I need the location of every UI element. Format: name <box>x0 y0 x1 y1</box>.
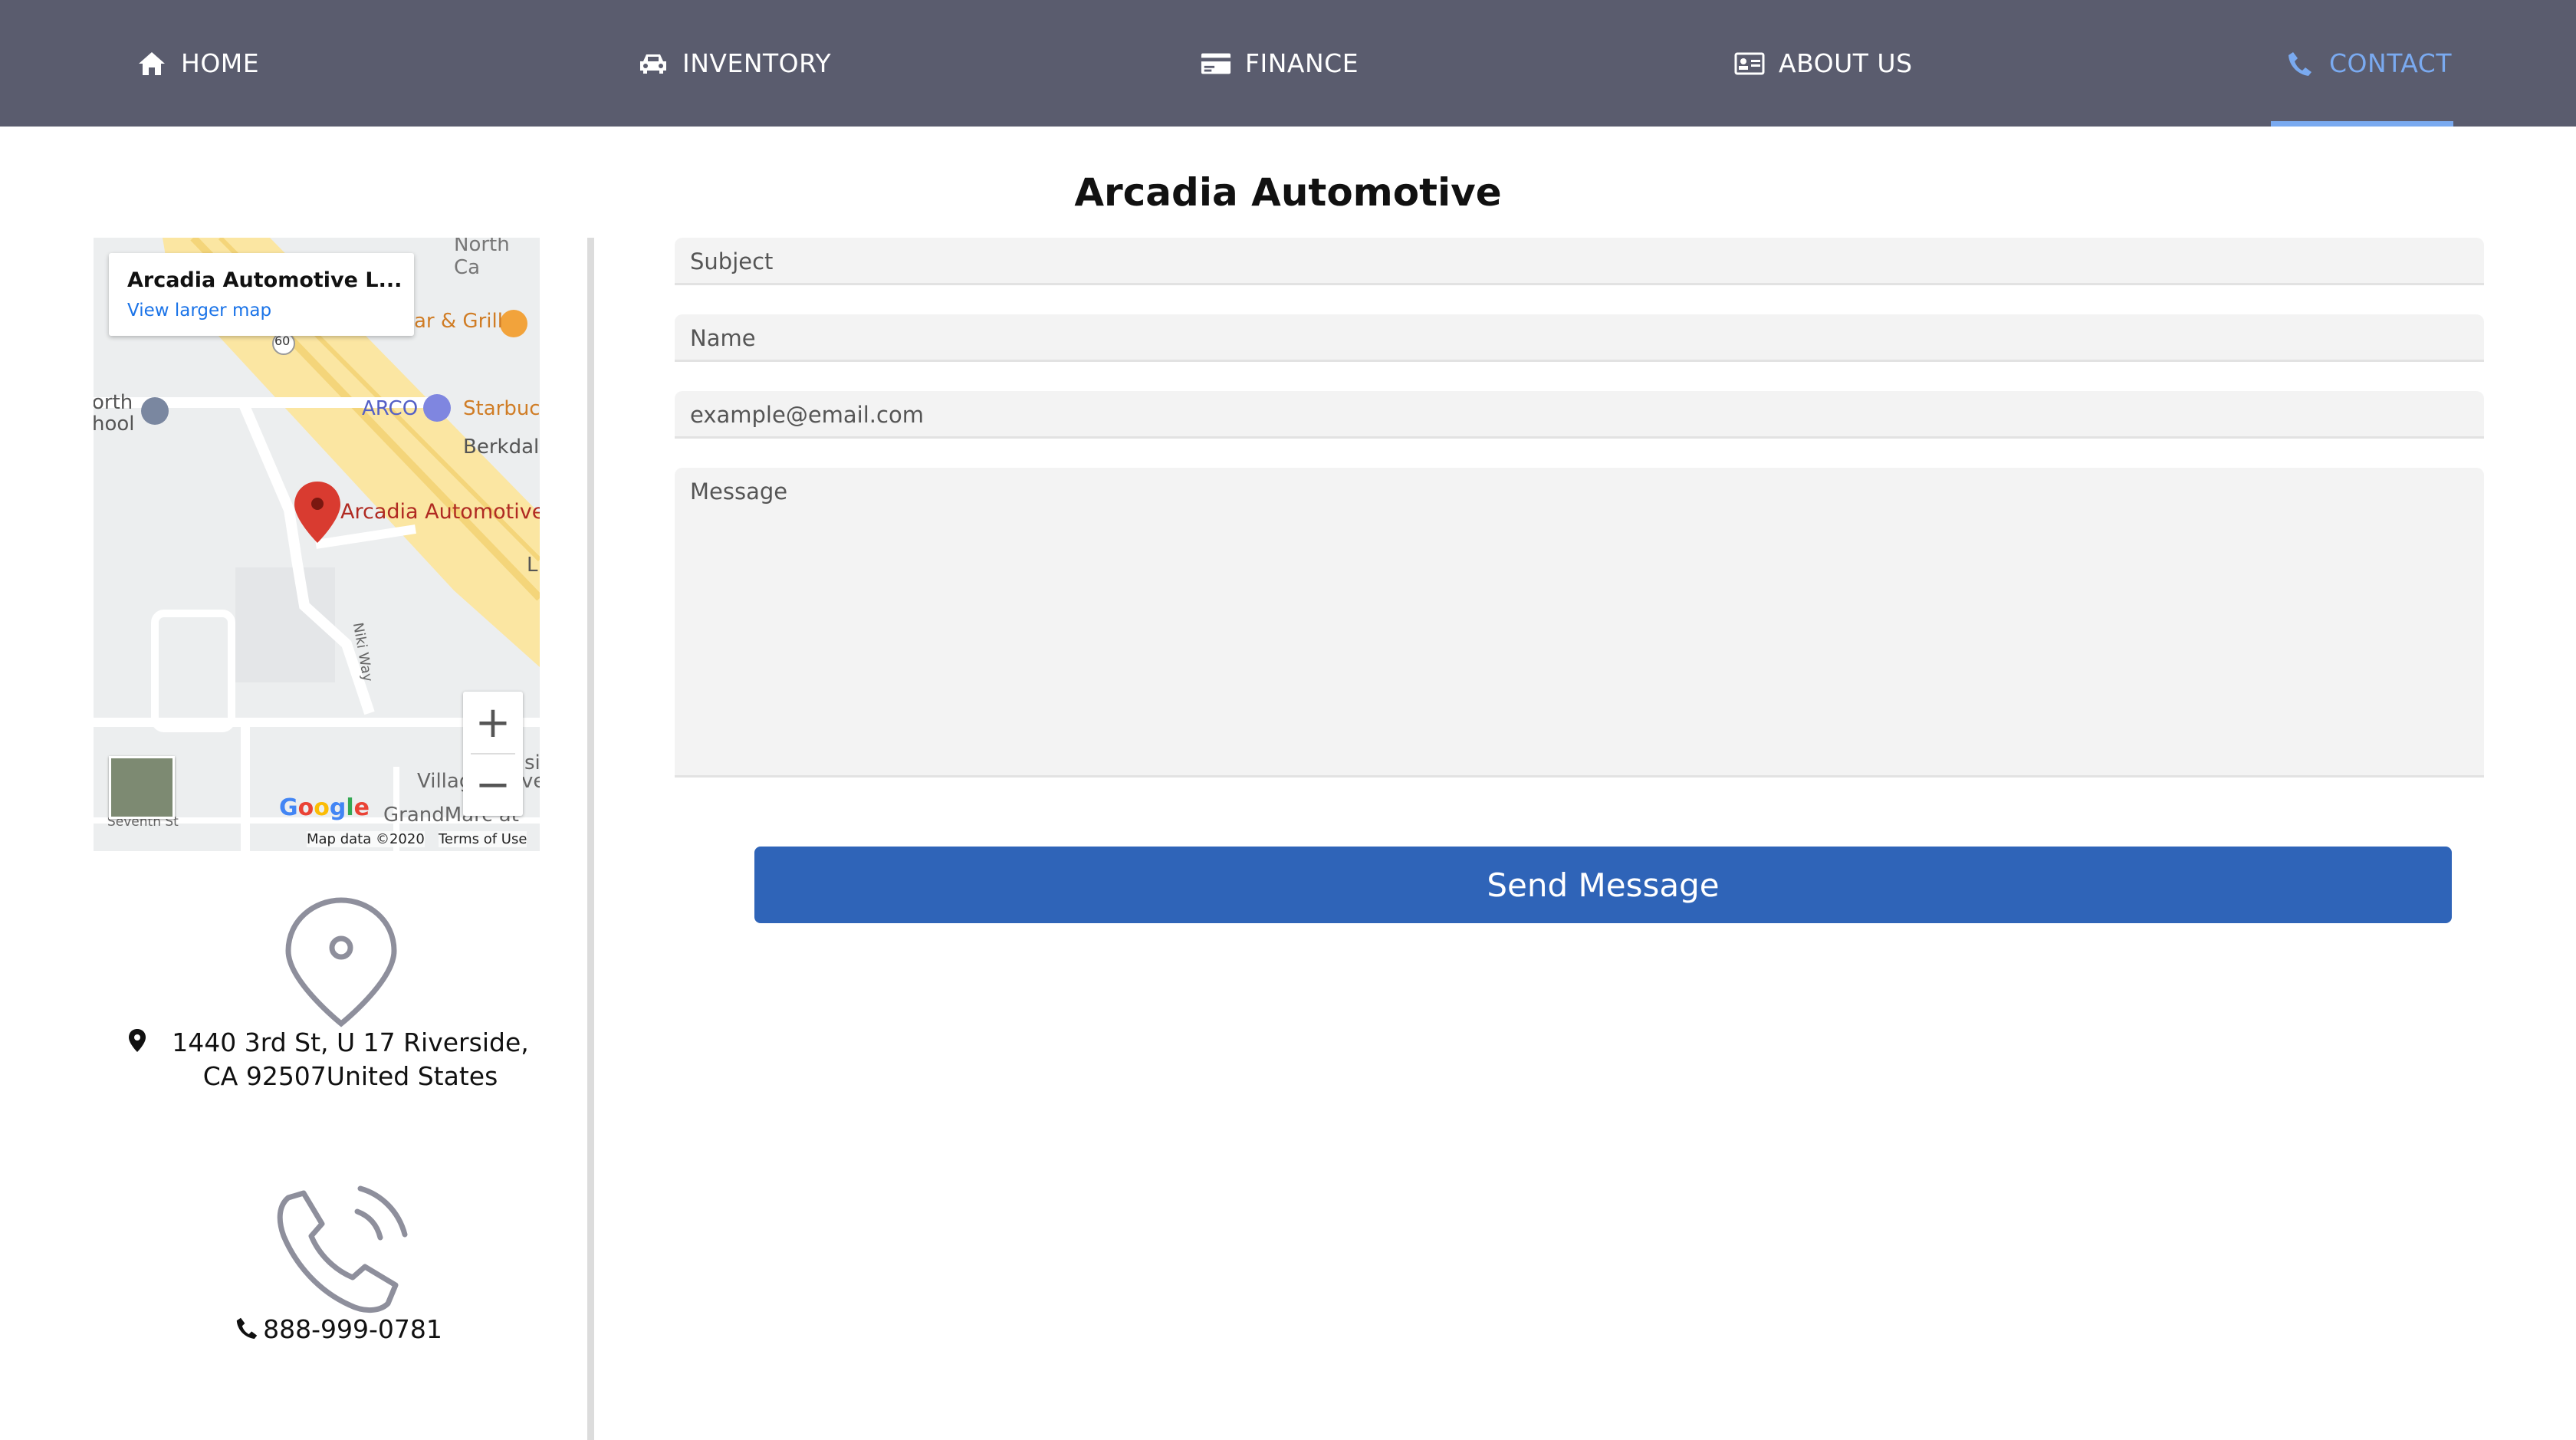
message-placeholder: Message <box>690 478 788 505</box>
zoom-in-button[interactable]: + <box>463 692 523 754</box>
name-placeholder: Name <box>690 325 756 351</box>
address-text: 1440 3rd St, U 17 Riverside, CA 92507Uni… <box>172 1027 529 1091</box>
phone-block: 888-999-0781 <box>94 1314 584 1346</box>
email-input[interactable]: example@email.com <box>675 391 2484 439</box>
nav-finance[interactable]: FINANCE <box>1201 0 1359 127</box>
zoom-out-button[interactable]: − <box>463 754 523 816</box>
map-label: L <box>527 554 538 577</box>
car-icon <box>638 48 669 79</box>
home-icon <box>136 48 167 79</box>
nav-finance-label: FINANCE <box>1245 48 1359 78</box>
nav-home-label: HOME <box>181 48 260 78</box>
embedded-map[interactable]: North Ca ar & Grill orth hool ARCO Starb… <box>94 238 540 851</box>
location-pin-icon <box>284 897 399 1027</box>
map-label: ar & Grill <box>414 310 503 333</box>
terms-of-use-link[interactable]: Terms of Use <box>439 831 527 847</box>
nav-inventory[interactable]: INVENTORY <box>638 0 831 127</box>
map-data-attribution: Map data ©2020 <box>307 831 425 847</box>
map-label: Starbuc <box>463 397 540 420</box>
nav-inventory-label: INVENTORY <box>682 48 832 78</box>
phone-small-icon <box>235 1316 258 1346</box>
credit-card-icon <box>1201 48 1231 79</box>
nav-about-us[interactable]: ABOUT US <box>1734 0 1913 127</box>
nav-home[interactable]: HOME <box>136 0 259 127</box>
nav-about-us-label: ABOUT US <box>1779 48 1913 78</box>
view-larger-map-link[interactable]: View larger map <box>127 301 271 321</box>
subject-placeholder: Subject <box>690 248 774 275</box>
active-tab-indicator <box>2271 121 2453 127</box>
map-place-card: Arcadia Automotive L... View larger map <box>109 253 414 336</box>
map-marker-small-icon <box>128 1027 146 1061</box>
zoom-control: + − <box>463 692 523 816</box>
phone-icon <box>2285 48 2315 79</box>
map-label: hool <box>94 413 135 436</box>
message-textarea[interactable]: Message <box>675 468 2484 778</box>
sidebar-divider <box>587 238 594 1440</box>
map-label: ARCO <box>362 397 419 420</box>
map-label: North Ca <box>454 238 510 279</box>
nav-contact-label: CONTACT <box>2329 48 2452 78</box>
map-place-title: Arcadia Automotive L... <box>127 268 402 292</box>
map-label: orth <box>94 391 133 414</box>
satellite-toggle[interactable] <box>109 756 175 819</box>
zoom-separator <box>471 753 515 755</box>
map-marker-label: Arcadia Automotive L <box>340 500 540 524</box>
subject-input[interactable]: Subject <box>675 238 2484 285</box>
email-placeholder: example@email.com <box>690 402 924 428</box>
google-logo: Google <box>279 794 370 821</box>
name-input[interactable]: Name <box>675 314 2484 362</box>
page-title: Arcadia Automotive <box>0 170 2576 215</box>
map-label: si <box>524 751 540 774</box>
top-nav: HOME INVENTORY FINANCE ABOUT US CONTACT <box>0 0 2576 127</box>
id-card-icon <box>1734 48 1765 79</box>
address-block: 1440 3rd St, U 17 Riverside, CA 92507Uni… <box>94 1026 584 1093</box>
nav-contact[interactable]: CONTACT <box>2285 0 2452 127</box>
phone-number[interactable]: 888-999-0781 <box>263 1314 442 1344</box>
page-title-text: Arcadia Automotive <box>1074 170 1502 215</box>
phone-call-icon <box>273 1181 408 1316</box>
send-message-button[interactable]: Send Message <box>754 847 2452 923</box>
map-label: Berkdale <box>463 436 540 459</box>
